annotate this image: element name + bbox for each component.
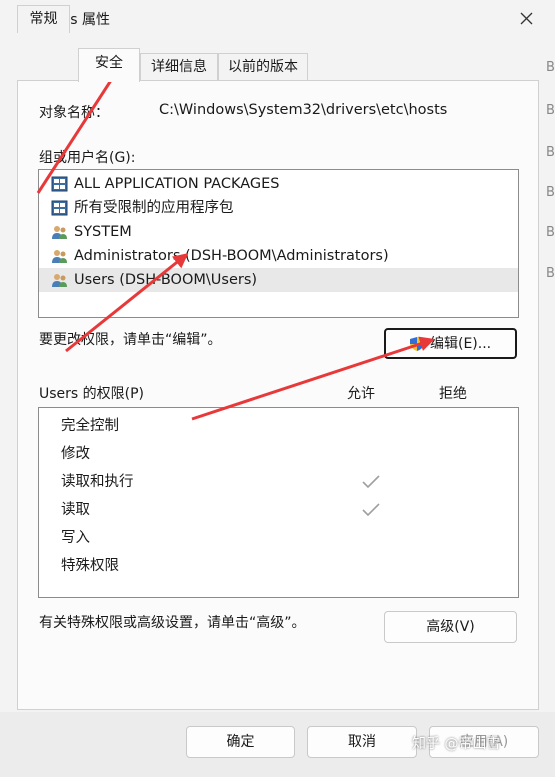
background-fragment: B xyxy=(546,185,555,200)
security-panel: 对象名称： C:\Windows\System32\drivers\etc\ho… xyxy=(17,80,539,710)
users-icon xyxy=(52,274,67,287)
advanced-button[interactable]: 高级(V) xyxy=(384,611,517,643)
permission-name: 特殊权限 xyxy=(61,558,119,574)
permission-name: 修改 xyxy=(61,446,90,462)
object-name-label: 对象名称： xyxy=(39,105,109,121)
list-item-label: Users (DSH-BOOM\Users) xyxy=(74,272,258,288)
advanced-hint: 有关特殊权限或高级设置，请单击“高级”。 xyxy=(39,615,306,631)
users-icon xyxy=(52,250,67,263)
package-icon xyxy=(51,200,68,216)
background-fragment: B xyxy=(546,266,555,281)
tab-previous-versions[interactable]: 以前的版本 xyxy=(218,53,308,81)
list-item-selected[interactable]: Users (DSH-BOOM\Users) xyxy=(39,268,518,292)
permission-row: 特殊权限 xyxy=(39,552,518,580)
title-bar: hosts 属性 xyxy=(0,0,555,38)
background-fragment: B xyxy=(546,145,555,160)
groups-label: 组或用户名(G): xyxy=(39,150,136,166)
edit-button-label: 编辑(E)... xyxy=(430,336,492,352)
allow-check-icon xyxy=(362,475,380,489)
edit-button[interactable]: 编辑(E)... xyxy=(384,328,517,359)
deny-header: 拒绝 xyxy=(439,386,467,402)
edit-hint: 要更改权限，请单击“编辑”。 xyxy=(39,332,222,348)
list-item-label: Administrators (DSH-BOOM\Administrators) xyxy=(74,248,389,264)
list-item[interactable]: ALL APPLICATION PACKAGES xyxy=(39,172,518,196)
permissions-list: 完全控制 修改 读取和执行 读取 写入 特殊权限 xyxy=(38,407,519,598)
list-item-label: SYSTEM xyxy=(74,224,132,240)
allow-header: 允许 xyxy=(347,386,375,402)
list-item[interactable]: 所有受限制的应用程序包 xyxy=(39,196,518,220)
close-button[interactable] xyxy=(510,4,544,34)
list-item[interactable]: Administrators (DSH-BOOM\Administrators) xyxy=(39,244,518,268)
groups-listbox[interactable]: ALL APPLICATION PACKAGES 所有受限制的应用程序包 SYS… xyxy=(38,169,519,318)
shield-icon xyxy=(410,337,424,351)
permission-name: 读取和执行 xyxy=(61,474,134,490)
tab-general[interactable]: 常规 xyxy=(17,5,70,33)
list-item[interactable]: SYSTEM xyxy=(39,220,518,244)
tab-details[interactable]: 详细信息 xyxy=(140,53,218,81)
permission-row: 写入 xyxy=(39,524,518,552)
watermark: 知乎 @帝山雪 xyxy=(412,736,501,752)
permission-name: 读取 xyxy=(61,502,90,518)
background-fragment: B xyxy=(546,103,555,118)
users-icon xyxy=(52,226,67,239)
package-icon xyxy=(51,176,68,192)
close-icon xyxy=(520,12,533,25)
object-path: C:\Windows\System32\drivers\etc\hosts xyxy=(159,102,448,118)
permission-row: 修改 xyxy=(39,440,518,468)
list-item-label: 所有受限制的应用程序包 xyxy=(74,200,234,216)
list-item-label: ALL APPLICATION PACKAGES xyxy=(74,176,280,192)
cancel-button[interactable]: 取消 xyxy=(307,726,417,758)
permission-row: 读取 xyxy=(39,496,518,524)
permission-name: 完全控制 xyxy=(61,418,119,434)
background-fragment: B xyxy=(546,60,555,75)
ok-button[interactable]: 确定 xyxy=(186,726,295,758)
background-fragment: B xyxy=(546,225,555,240)
permission-row: 完全控制 xyxy=(39,412,518,440)
permissions-label: Users 的权限(P) xyxy=(39,386,145,402)
allow-check-icon xyxy=(362,503,380,517)
permission-name: 写入 xyxy=(61,530,90,546)
tab-security[interactable]: 安全 xyxy=(78,48,140,82)
permission-row: 读取和执行 xyxy=(39,468,518,496)
